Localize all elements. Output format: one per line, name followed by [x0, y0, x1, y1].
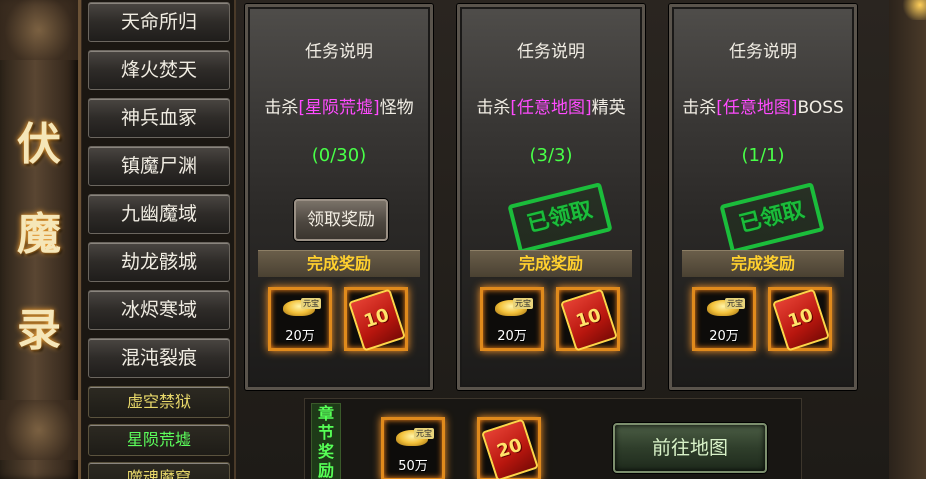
- red-envelope-icon: 10: [560, 288, 618, 352]
- quest-description: 击杀[星陨荒墟]怪物: [248, 93, 430, 118]
- desc-suffix: 怪物: [379, 98, 414, 118]
- game-window: 伏 魔 录 天命所归 烽火焚天 神兵血冢 镇魔尸渊 九幽魔域 劫龙骸城 冰烬寒域…: [0, 0, 926, 479]
- claimed-stamp: 已领取: [507, 182, 613, 254]
- reward-label: 完成奖励: [682, 250, 844, 277]
- chapter-gold-slot[interactable]: 元宝 50万: [381, 417, 445, 479]
- chapter-reward-label: 章节奖励: [311, 403, 341, 479]
- ingot-tag: 元宝: [725, 298, 745, 309]
- redpack-reward-slot[interactable]: 10: [344, 287, 408, 352]
- reward-label: 完成奖励: [470, 250, 632, 277]
- map-item-3[interactable]: 神兵血冢: [88, 98, 230, 138]
- sub-map-item-1[interactable]: 虚空禁狱: [88, 386, 230, 418]
- desc-prefix: 击杀: [682, 98, 717, 118]
- gold-reward-slot[interactable]: 元宝 20万: [480, 287, 544, 351]
- quest-progress: (3/3): [529, 145, 573, 166]
- sub-map-item-2[interactable]: 星陨荒墟: [88, 424, 230, 456]
- quest-header: 任务说明: [305, 42, 373, 62]
- banner-char-2: 魔: [17, 209, 61, 260]
- map-item-2[interactable]: 烽火焚天: [88, 50, 230, 90]
- desc-target: [任意地图]: [510, 98, 592, 118]
- desc-suffix: 精英: [591, 98, 626, 118]
- gold-reward-slot[interactable]: 元宝 20万: [692, 287, 756, 351]
- gold-amount: 50万: [398, 459, 428, 474]
- map-item-5[interactable]: 九幽魔域: [88, 194, 230, 234]
- banner-char-1: 伏: [17, 119, 61, 170]
- ingot-tag: 元宝: [301, 298, 321, 309]
- quest-header: 任务说明: [517, 42, 585, 62]
- red-envelope-icon: 10: [348, 288, 406, 352]
- map-list: 天命所归 烽火焚天 神兵血冢 镇魔尸渊 九幽魔域 劫龙骸城 冰烬寒域 混沌裂痕 …: [82, 0, 236, 479]
- map-item-8[interactable]: 混沌裂痕: [88, 338, 230, 378]
- redpack-value: 10: [785, 304, 816, 333]
- red-envelope-icon: 10: [772, 288, 830, 352]
- quest-card-1: 任务说明 击杀[星陨荒墟]怪物 (0/30) 领取奖励 完成奖励 元宝 20万 …: [245, 4, 433, 390]
- chapter-reward-strip: 章节奖励 元宝 50万 20 前往地图: [304, 398, 802, 479]
- ingot-tag: 元宝: [513, 298, 533, 309]
- quest-header: 任务说明: [729, 42, 797, 62]
- quest-panel: 任务说明 击杀[星陨荒墟]怪物 (0/30) 领取奖励 完成奖励 元宝 20万 …: [236, 0, 926, 479]
- red-envelope-icon: 20: [481, 418, 539, 479]
- chapter-redpack-slot[interactable]: 20: [477, 417, 541, 479]
- redpack-reward-slot[interactable]: 10: [768, 287, 832, 352]
- desc-prefix: 击杀: [264, 98, 299, 118]
- redpack-reward-slot[interactable]: 10: [556, 287, 620, 352]
- quest-description: 击杀[任意地图]精英: [460, 93, 642, 118]
- gold-amount: 20万: [497, 329, 527, 344]
- redpack-value: 20: [494, 434, 525, 463]
- side-banner: 伏 魔 录: [0, 0, 81, 479]
- gold-amount: 20万: [709, 329, 739, 344]
- top-ornament: [0, 0, 78, 60]
- desc-target: [星陨荒墟]: [298, 98, 380, 118]
- reward-label: 完成奖励: [258, 250, 420, 277]
- quest-progress: (1/1): [741, 145, 785, 166]
- gold-amount: 20万: [285, 329, 315, 344]
- ingot-tag: 元宝: [414, 428, 434, 439]
- redpack-value: 10: [573, 304, 604, 333]
- quest-progress: (0/30): [311, 145, 367, 166]
- desc-suffix: BOSS: [797, 98, 844, 118]
- quest-card-2: 任务说明 击杀[任意地图]精英 (3/3) 已领取 完成奖励 元宝 20万 10: [457, 4, 645, 390]
- map-item-1[interactable]: 天命所归: [88, 2, 230, 42]
- quest-card-3: 任务说明 击杀[任意地图]BOSS (1/1) 已领取 完成奖励 元宝 20万 …: [669, 4, 857, 390]
- claim-reward-button[interactable]: 领取奖励: [294, 199, 388, 241]
- corner-glow: [900, 0, 926, 20]
- gold-reward-slot[interactable]: 元宝 20万: [268, 287, 332, 351]
- redpack-value: 10: [361, 304, 392, 333]
- map-item-6[interactable]: 劫龙骸城: [88, 242, 230, 282]
- desc-prefix: 击杀: [476, 98, 511, 118]
- right-frame: [889, 0, 926, 479]
- sub-map-item-3[interactable]: 噬魂魔窟: [88, 462, 230, 479]
- banner-char-3: 录: [17, 305, 61, 356]
- claimed-stamp: 已领取: [719, 182, 825, 254]
- quest-description: 击杀[任意地图]BOSS: [672, 93, 854, 118]
- map-item-7[interactable]: 冰烬寒域: [88, 290, 230, 330]
- bottom-ornament: [0, 400, 78, 460]
- desc-target: [任意地图]: [716, 98, 798, 118]
- map-item-4[interactable]: 镇魔尸渊: [88, 146, 230, 186]
- go-to-map-button[interactable]: 前往地图: [613, 423, 767, 473]
